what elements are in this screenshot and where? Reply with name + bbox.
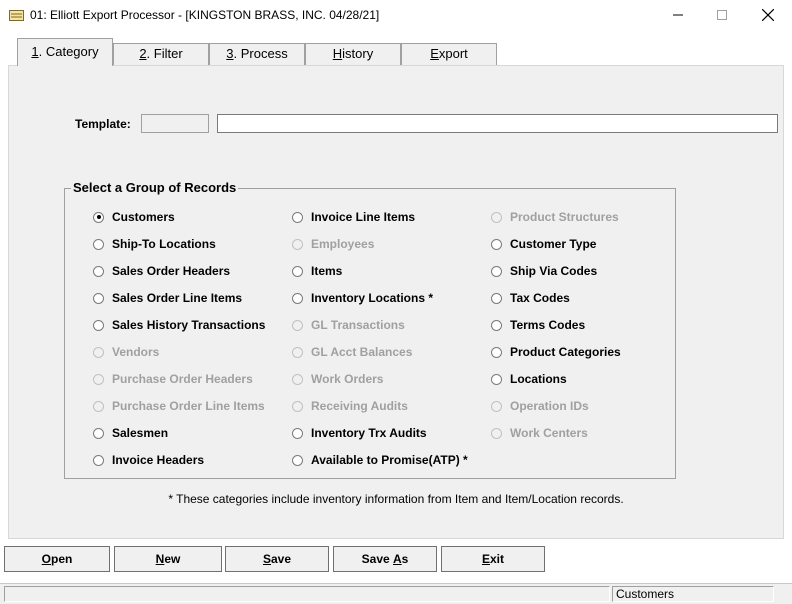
inventory-footnote: * These categories include inventory inf… [168,492,624,506]
radio-employees: Employees [292,236,374,252]
radio-button-icon [292,238,303,250]
radio-button-icon [491,400,502,412]
radio-vendors: Vendors [93,344,159,360]
radio-button-icon [93,373,104,385]
radio-button-icon [491,265,502,277]
tab-filter[interactable]: 2. Filter [113,43,209,65]
radio-inventory-locations[interactable]: Inventory Locations * [292,290,433,306]
radio-button-icon [491,238,502,250]
maximize-button[interactable] [699,0,745,30]
radio-button-icon [93,400,104,412]
tab-process[interactable]: 3. Process [209,43,305,65]
record-group-title: Select a Group of Records [71,180,239,195]
tab-history[interactable]: History [305,43,401,65]
title-bar[interactable]: 01: Elliott Export Processor - [KINGSTON… [0,0,792,32]
radio-work-orders: Work Orders [292,371,383,387]
template-code-field[interactable] [141,114,209,133]
template-description-field[interactable] [217,114,778,133]
radio-customers[interactable]: Customers [93,209,175,225]
exit-button[interactable]: Exit [441,546,545,572]
radio-locations[interactable]: Locations [491,371,567,387]
radio-button-icon [292,319,303,331]
radio-button-icon [93,265,104,277]
radio-button-icon [491,373,502,385]
save-button[interactable]: Save [225,546,329,572]
radio-button-icon [292,211,303,223]
radio-button-icon [491,427,502,439]
radio-button-icon [93,427,104,439]
tab-strip: 1. Category 2. Filter 3. Process History… [0,32,792,66]
radio-gl-transactions: GL Transactions [292,317,405,333]
radio-button-icon [292,400,303,412]
radio-button-icon [491,292,502,304]
radio-button-icon [93,346,104,358]
radio-customer-type[interactable]: Customer Type [491,236,596,252]
radio-button-icon [93,292,104,304]
radio-purchase-order-headers: Purchase Order Headers [93,371,253,387]
radio-gl-acct-balances: GL Acct Balances [292,344,412,360]
radio-terms-codes[interactable]: Terms Codes [491,317,585,333]
button-bar: Open New Save Save As Exit [0,545,792,575]
radio-ship-via-codes[interactable]: Ship Via Codes [491,263,597,279]
radio-receiving-audits: Receiving Audits [292,398,408,414]
status-bar: Customers [0,583,792,604]
window-title: 01: Elliott Export Processor - [KINGSTON… [30,8,380,22]
radio-items[interactable]: Items [292,263,342,279]
radio-invoice-line-items[interactable]: Invoice Line Items [292,209,415,225]
radio-product-categories[interactable]: Product Categories [491,344,621,360]
radio-button-icon [93,211,104,223]
close-button[interactable] [745,0,791,30]
radio-sales-history-transactions[interactable]: Sales History Transactions [93,317,265,333]
radio-salesmen[interactable]: Salesmen [93,425,168,441]
radio-available-to-promise[interactable]: Available to Promise(ATP) * [292,452,468,468]
open-button[interactable]: Open [4,546,110,572]
radio-button-icon [491,319,502,331]
radio-purchase-order-line-items: Purchase Order Line Items [93,398,265,414]
radio-invoice-headers[interactable]: Invoice Headers [93,452,204,468]
radio-button-icon [292,427,303,439]
radio-operation-ids: Operation IDs [491,398,589,414]
radio-button-icon [93,454,104,466]
radio-inventory-trx-audits[interactable]: Inventory Trx Audits [292,425,427,441]
radio-sales-order-line-items[interactable]: Sales Order Line Items [93,290,242,306]
status-pane-group: Customers [612,586,774,602]
radio-button-icon [292,265,303,277]
radio-button-icon [93,238,104,250]
radio-button-icon [292,373,303,385]
radio-work-centers: Work Centers [491,425,588,441]
radio-button-icon [93,319,104,331]
save-as-button[interactable]: Save As [333,546,437,572]
minimize-button[interactable] [655,0,701,30]
radio-button-icon [292,454,303,466]
template-label: Template: [75,117,131,131]
radio-ship-to-locations[interactable]: Ship-To Locations [93,236,216,252]
radio-product-structures: Product Structures [491,209,619,225]
radio-tax-codes[interactable]: Tax Codes [491,290,570,306]
radio-sales-order-headers[interactable]: Sales Order Headers [93,263,230,279]
tab-export[interactable]: Export [401,43,497,65]
radio-button-icon [491,211,502,223]
tab-category[interactable]: 1. Category [17,38,113,66]
folder-icon [9,10,24,21]
radio-button-icon [292,346,303,358]
radio-button-icon [491,346,502,358]
status-pane-main [4,586,610,602]
new-button[interactable]: New [114,546,222,572]
radio-button-icon [292,292,303,304]
